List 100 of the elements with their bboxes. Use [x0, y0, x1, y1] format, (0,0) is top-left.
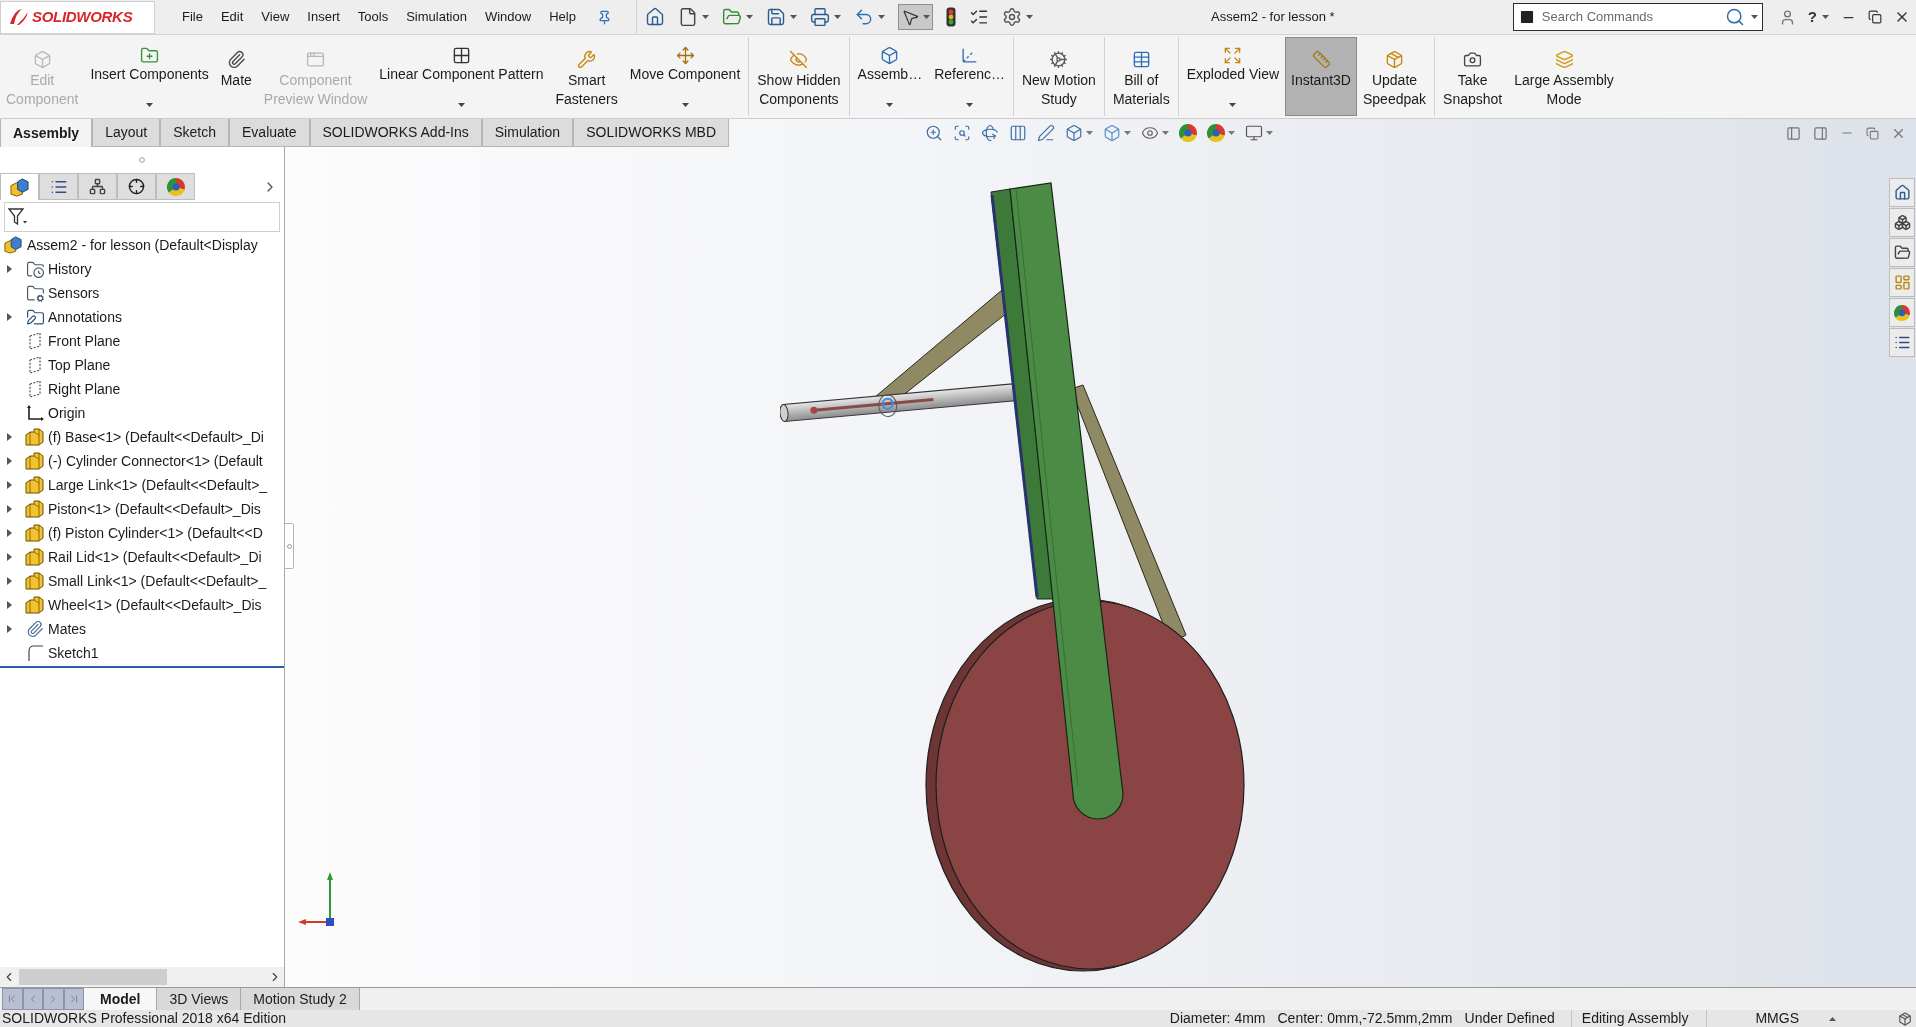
search-box[interactable]: Search Commands — [1512, 3, 1763, 31]
sphere-icon[interactable] — [1207, 124, 1225, 142]
ribbon-tab[interactable]: SOLIDWORKS Add-Ins — [309, 119, 482, 147]
menu-item[interactable]: Tools — [348, 5, 398, 29]
command-button[interactable]: Instant3D — [1285, 37, 1357, 116]
panel-flyout-handle[interactable] — [284, 523, 294, 569]
tree-item[interactable]: Right Plane — [25, 377, 121, 401]
panel-tab[interactable] — [0, 173, 39, 200]
ribbon-tab[interactable]: Evaluate — [229, 119, 310, 147]
tree-item[interactable]: Small Link<1> (Default<<Default>_ — [25, 569, 267, 593]
select-button[interactable] — [897, 4, 933, 30]
save-icon[interactable] — [765, 7, 786, 27]
command-button[interactable]: Show Hidden Components — [751, 37, 847, 116]
command-button[interactable]: Linear Component Pattern — [373, 37, 550, 116]
caret-icon[interactable] — [789, 15, 797, 19]
cube-icon[interactable] — [1065, 124, 1083, 142]
expand-arrow-icon[interactable] — [7, 481, 12, 489]
ribbon-tab[interactable]: Layout — [92, 119, 161, 147]
tree-item[interactable]: Sketch1 — [25, 641, 99, 665]
home-icon[interactable] — [644, 7, 665, 27]
expand-arrow-icon[interactable] — [7, 529, 12, 537]
expand-arrow-icon[interactable] — [7, 625, 12, 633]
panel-right-icon[interactable] — [1813, 125, 1828, 141]
panel-tab[interactable] — [117, 173, 156, 200]
caret-icon[interactable] — [833, 15, 841, 19]
command-button[interactable]: Bill of Materials — [1106, 37, 1176, 116]
ribbon-tab[interactable]: SOLIDWORKS MBD — [573, 119, 730, 147]
panel-left-icon[interactable] — [1786, 125, 1801, 141]
task-pane-button[interactable] — [1889, 298, 1915, 327]
tree-item[interactable]: Annotations — [25, 305, 122, 329]
command-button[interactable]: Large Assembly Mode — [1508, 37, 1620, 116]
command-button[interactable]: Mate — [214, 37, 258, 116]
caret-icon[interactable] — [877, 15, 885, 19]
command-button[interactable]: Update Speedpak — [1357, 37, 1433, 116]
tree-item[interactable]: History — [25, 257, 92, 281]
command-button[interactable]: Assemb… — [851, 37, 929, 116]
view-tab[interactable]: 3D Views — [157, 988, 242, 1010]
ribbon-tab[interactable]: Simulation — [481, 119, 574, 147]
task-pane-button[interactable] — [1889, 328, 1915, 357]
tree-item[interactable]: Large Link<1> (Default<<Default>_ — [25, 473, 268, 497]
expand-arrow-icon[interactable] — [7, 601, 12, 609]
handle-dot-icon[interactable] — [139, 157, 145, 163]
restore-icon[interactable] — [1868, 10, 1882, 24]
ribbon-tab[interactable]: Assembly — [0, 119, 93, 147]
menu-item[interactable]: Edit — [211, 5, 253, 29]
view-tab[interactable]: Motion Study 2 — [241, 988, 360, 1010]
panel-tab[interactable] — [78, 173, 117, 200]
tree-item[interactable]: Origin — [25, 401, 86, 425]
caret-icon[interactable] — [1086, 131, 1093, 135]
zoom-icon[interactable] — [925, 124, 943, 142]
sphere-icon[interactable] — [1179, 124, 1197, 142]
eye-icon[interactable] — [1141, 124, 1159, 142]
tree-item[interactable]: (f) Base<1> (Default<<Default>_Di — [25, 425, 264, 449]
tree-item[interactable]: (-) Cylinder Connector<1> (Default — [25, 449, 263, 473]
caret-icon[interactable] — [1162, 131, 1169, 135]
package-icon[interactable] — [1898, 1011, 1912, 1026]
traffic-light-icon[interactable] — [945, 7, 956, 27]
command-button[interactable]: Insert Components — [84, 37, 215, 116]
caret-icon[interactable] — [1822, 15, 1829, 19]
expand-arrow-icon[interactable] — [7, 505, 12, 513]
folder-open-icon[interactable] — [721, 7, 742, 27]
search-input[interactable]: Search Commands — [1541, 7, 1719, 27]
expand-arrow-icon[interactable] — [7, 457, 12, 465]
expand-arrow-icon[interactable] — [7, 577, 12, 585]
section-view-icon[interactable] — [1009, 124, 1027, 142]
command-button[interactable]: Smart Fasteners — [549, 37, 624, 116]
menu-item[interactable]: Window — [475, 5, 541, 29]
tree-item[interactable]: (f) Piston Cylinder<1> (Default<<D — [25, 521, 263, 545]
command-button[interactable]: Referenc… — [928, 37, 1011, 116]
command-button[interactable]: Take Snapshot — [1437, 37, 1509, 116]
task-pane-button[interactable] — [1889, 238, 1915, 267]
tree-item[interactable]: Sensors — [25, 281, 100, 305]
menu-item[interactable]: Help — [540, 5, 585, 29]
tree-item[interactable]: Rail Lid<1> (Default<<Default>_Di — [25, 545, 262, 569]
scrollbar-thumb[interactable] — [19, 969, 167, 985]
tree-item[interactable]: Front Plane — [25, 329, 121, 353]
cube-icon[interactable] — [1103, 124, 1121, 142]
units-label[interactable]: MMGS — [1755, 1010, 1799, 1027]
printer-icon[interactable] — [809, 7, 830, 27]
expand-arrow-icon[interactable] — [7, 265, 12, 273]
menu-item[interactable]: File — [173, 5, 212, 29]
monitor-icon[interactable] — [1245, 124, 1263, 142]
caret-up-icon[interactable] — [1829, 1016, 1836, 1021]
tree-item[interactable]: Piston<1> (Default<<Default>_Dis — [25, 497, 261, 521]
tree-item[interactable]: Top Plane — [25, 353, 111, 377]
command-button[interactable]: New Motion Study — [1015, 37, 1102, 116]
caret-icon[interactable] — [1266, 131, 1273, 135]
expand-arrow-icon[interactable] — [7, 553, 12, 561]
ribbon-tab[interactable]: Sketch — [160, 119, 229, 147]
command-button[interactable]: Move Component — [623, 37, 747, 116]
task-pane-button[interactable] — [1889, 178, 1915, 207]
menu-item[interactable]: Insert — [298, 5, 349, 29]
caret-icon[interactable] — [701, 15, 709, 19]
view-tab[interactable]: Model — [84, 988, 158, 1010]
caret-icon[interactable] — [745, 15, 753, 19]
options-list-icon[interactable] — [968, 7, 989, 27]
tree-item[interactable]: Wheel<1> (Default<<Default>_Dis — [25, 593, 262, 617]
caret-icon[interactable] — [1124, 131, 1131, 135]
zoom-area-icon[interactable] — [953, 124, 971, 142]
task-pane-button[interactable] — [1889, 208, 1915, 237]
